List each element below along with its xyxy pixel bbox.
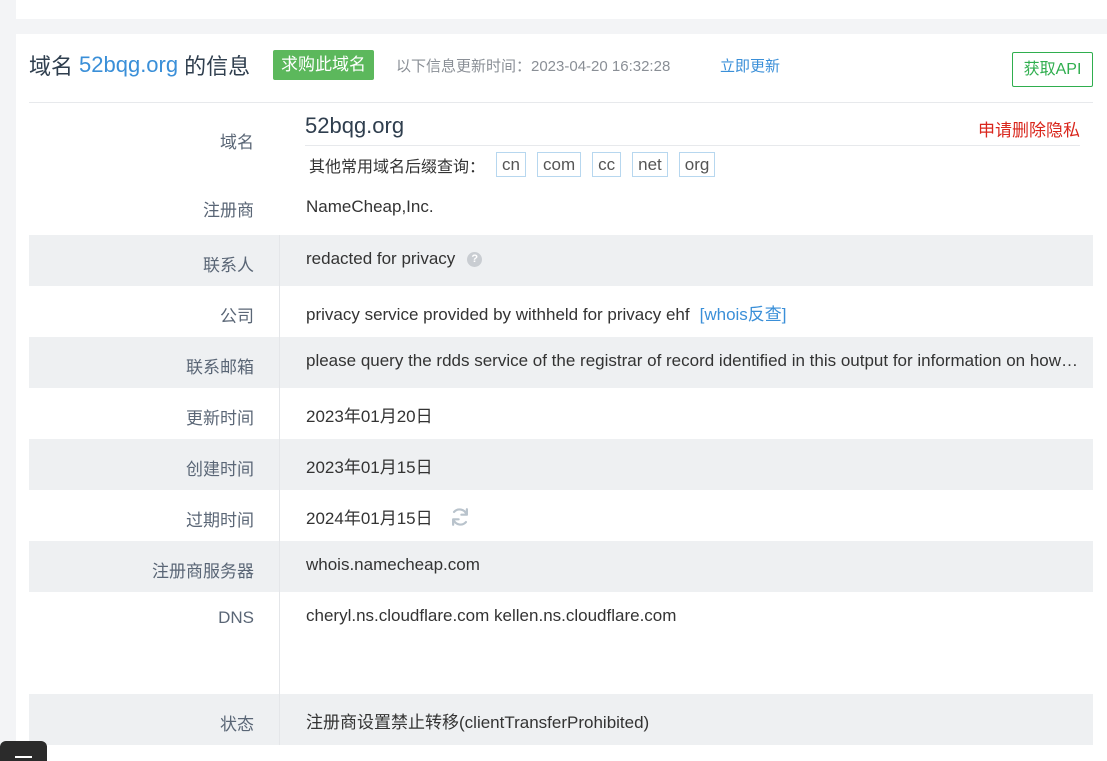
contact-value: redacted for privacy [306,249,456,268]
suffix-tag-com[interactable]: com [536,152,582,177]
registrar-row: 注册商 NameCheap,Inc. [29,185,1093,235]
page-title: 域名 52bqg.org 的信息 [29,48,250,82]
dns-row: DNS cheryl.ns.cloudflare.com kellen.ns.c… [29,592,1093,694]
email-row: 联系邮箱 please query the rdds service of th… [29,337,1093,388]
expires-value-cell: 2024年01月15日 [279,490,1093,541]
status-row: 状态 注册商设置禁止转移(clientTransferProhibited) [29,694,1093,745]
status-label: 状态 [220,715,254,734]
email-value: please query the rdds service of the reg… [306,351,1079,370]
suffix-label: 其他常用域名后缀查询： [309,158,486,176]
created-value: 2023年01月15日 [279,439,1093,490]
buy-domain-button[interactable]: 求购此域名 [273,50,374,80]
title-suffix: 的信息 [184,54,251,79]
whois-server-row: 注册商服务器 whois.namecheap.com [29,541,1093,592]
get-api-button[interactable]: 获取API [1012,52,1093,87]
email-label: 联系邮箱 [186,358,254,377]
suffix-tag-net[interactable]: net [632,152,668,177]
top-card [16,0,1107,19]
title-prefix: 域名 [29,54,74,79]
contact-label: 联系人 [203,256,254,275]
domain-label: 域名 [29,103,279,185]
suffix-tag-org[interactable]: org [678,152,716,177]
company-value-cell: privacy service provided by withheld for… [279,286,1093,337]
company-row: 公司 privacy service provided by withheld … [29,286,1093,337]
suffix-tag-cc[interactable]: cc [592,152,622,177]
created-row: 创建时间 2023年01月15日 [29,439,1093,490]
dns-server-item: cheryl.ns.cloudflare.com [306,606,490,625]
registrar-label: 注册商 [203,201,254,220]
domain-row: 域名 52bqg.org 申请删除隐私 其他常用域名后缀查询： cn com c… [29,103,1093,185]
registrar-value: NameCheap,Inc. [279,185,1093,235]
menu-icon [15,756,32,758]
expires-label: 过期时间 [186,511,254,530]
suffix-tag-cn[interactable]: cn [496,152,526,177]
whois-reverse-link[interactable]: [whois反查] [700,300,787,325]
company-label: 公司 [220,307,254,326]
whois-server-value: whois.namecheap.com [279,541,1093,592]
company-value: privacy service provided by withheld for… [306,305,690,324]
dns-value-cell: cheryl.ns.cloudflare.com kellen.ns.cloud… [279,592,1093,694]
help-icon[interactable]: ? [467,252,483,267]
dns-label: DNS [218,608,254,627]
dns-server-item: kellen.ns.cloudflare.com [494,606,677,625]
expires-row: 过期时间 2024年01月15日 [29,490,1093,541]
email-value-cell: please query the rdds service of the reg… [279,337,1093,388]
refresh-icon[interactable] [449,506,471,528]
whois-server-label: 注册商服务器 [152,562,254,581]
title-domain: 52bqg.org [79,52,179,77]
card-header: 域名 52bqg.org 的信息 求购此域名 以下信息更新时间：2023-04-… [29,48,1093,102]
update-time-info: 以下信息更新时间：2023-04-20 16:32:28 [396,57,671,75]
updated-value: 2023年01月20日 [279,388,1093,439]
update-now-link[interactable]: 立即更新 [720,48,780,82]
delete-privacy-link[interactable]: 申请删除隐私 [978,116,1080,141]
updated-row: 更新时间 2023年01月20日 [29,388,1093,439]
floating-menu-button[interactable] [0,741,47,761]
expires-value: 2024年01月15日 [306,509,433,528]
domain-divider [305,145,1080,146]
created-label: 创建时间 [186,460,254,479]
whois-table: 域名 52bqg.org 申请删除隐私 其他常用域名后缀查询： cn com c… [29,103,1093,745]
suffix-query: 其他常用域名后缀查询： cn com cc net org [309,152,726,177]
domain-name: 52bqg.org [305,113,405,138]
updated-label: 更新时间 [186,409,254,428]
contact-row: 联系人 redacted for privacy? [29,235,1093,286]
domain-label-text: 域名 [220,133,254,152]
whois-info-card: 域名 52bqg.org 的信息 求购此域名 以下信息更新时间：2023-04-… [16,34,1107,761]
contact-value-cell: redacted for privacy? [279,235,1093,286]
status-value: 注册商设置禁止转移(clientTransferProhibited) [279,694,1093,745]
